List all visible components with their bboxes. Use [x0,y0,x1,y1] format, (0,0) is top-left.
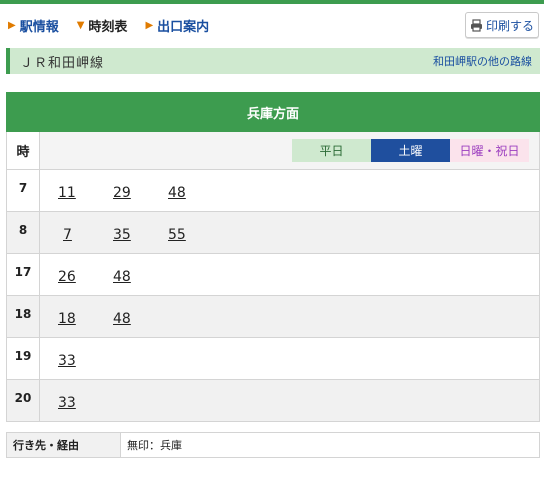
departure-minute-link[interactable]: 11 [58,185,76,201]
timetable-header-row: 時 平日 土曜 日曜・祝日 [6,132,540,170]
departure-minute-link[interactable]: 29 [113,185,131,201]
triangle-right-icon: ▶ [145,19,154,31]
departure-minute-link[interactable]: 48 [168,185,186,201]
table-row: 19 33 [6,338,540,380]
print-button-label: 印刷する [485,18,534,33]
legend-value: 無印：兵庫 [127,439,182,452]
other-lines-link[interactable]: 和田岬駅の他の路線 [433,53,532,69]
hour-cell: 19 [7,338,40,379]
table-row: 17 26 48 [6,254,540,296]
tab-weekday[interactable]: 平日 [292,139,371,162]
line-name: ＪＲ和田岬線 [20,55,105,71]
nav-exit-guide[interactable]: ▶ 出口案内 [145,16,209,35]
departure-minute-link[interactable]: 35 [113,227,131,243]
hour-column-header: 時 [7,132,40,169]
hour-cell: 8 [7,212,40,253]
station-nav: ▶ 駅情報 ▼ 時刻表 ▶ 出口案内 [8,14,227,36]
print-button[interactable]: 印刷する [465,12,539,38]
direction-header: 兵庫方面 [6,92,540,132]
hour-cell: 20 [7,380,40,421]
tab-holiday[interactable]: 日曜・祝日 [450,139,529,162]
nav-station-info-label: 駅情報 [19,19,59,35]
departure-minute-link[interactable]: 7 [63,227,72,243]
hour-cell: 18 [7,296,40,337]
legend-key: 行き先・経由 [7,433,121,457]
departure-minute-link[interactable]: 55 [168,227,186,243]
departure-minute-link[interactable]: 26 [58,269,76,285]
table-row: 18 18 48 [6,296,540,338]
top-accent-bar [0,0,544,4]
hour-cell: 17 [7,254,40,295]
destination-legend: 行き先・経由 無印：兵庫 [6,432,540,458]
departure-minute-link[interactable]: 18 [58,311,76,327]
nav-station-info[interactable]: ▶ 駅情報 [8,16,59,35]
line-header: ＪＲ和田岬線 和田岬駅の他の路線 [6,48,540,74]
departure-minute-link[interactable]: 48 [113,311,131,327]
tab-saturday[interactable]: 土曜 [371,139,450,162]
nav-exit-guide-label: 出口案内 [157,19,210,35]
nav-timetable[interactable]: ▼ 時刻表 [77,16,128,35]
table-row: 20 33 [6,380,540,422]
table-row: 7 11 29 48 [6,170,540,212]
triangle-right-icon: ▶ [8,19,16,31]
printer-icon [470,18,482,32]
day-type-tabs: 平日 土曜 日曜・祝日 [292,139,529,162]
departure-minute-link[interactable]: 33 [58,395,76,411]
hour-cell: 7 [7,170,40,211]
departure-minute-link[interactable]: 33 [58,353,76,369]
departure-minute-link[interactable]: 48 [113,269,131,285]
direction-label: 兵庫方面 [246,106,299,122]
timetable: 兵庫方面 時 平日 土曜 日曜・祝日 7 11 29 48 8 7 35 55 … [6,92,540,422]
nav-timetable-label: 時刻表 [88,19,128,35]
table-row: 8 7 35 55 [6,212,540,254]
triangle-down-icon: ▼ [76,19,85,31]
